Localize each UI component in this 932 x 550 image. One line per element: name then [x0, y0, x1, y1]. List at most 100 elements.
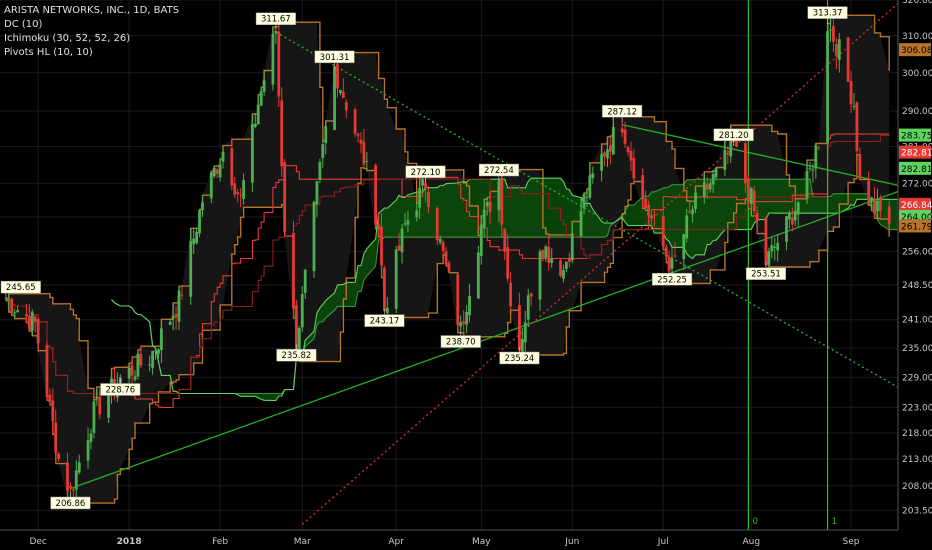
candle-body-132	[544, 246, 548, 258]
candle-body-43	[177, 290, 181, 322]
price-marker-0: 306.08	[899, 43, 932, 57]
candle-body-83	[341, 91, 345, 98]
pivot-label-text: 313.37	[813, 9, 843, 19]
candle-body-138	[567, 257, 571, 262]
price-marker-text: 282.81	[901, 165, 932, 175]
candle-body-82	[339, 89, 342, 94]
candle-body-58	[239, 194, 243, 196]
candle-body-148	[609, 145, 612, 152]
price-tick-label-6: 235.00	[902, 344, 932, 354]
price-chart-svg[interactable]: 0 1 245.65 206.86 228.76 311.67 235.82 301.31 2…	[0, 0, 932, 550]
candle-body-39	[160, 328, 163, 351]
candle-body-66	[274, 30, 278, 34]
chart-area[interactable]: 0 1 245.65 206.86 228.76 311.67 235.82 301.31 2…	[0, 0, 932, 550]
candle-body-102	[421, 179, 424, 186]
candle-body-24	[98, 396, 102, 415]
pivot-label-text: 272.54	[484, 166, 514, 176]
candle-body-141	[582, 194, 586, 209]
candle-body-46	[192, 238, 196, 245]
pivot-label-text: 311.67	[261, 15, 291, 25]
candle-body-35	[148, 364, 152, 366]
candle-body-197	[811, 169, 815, 171]
candle-body-61	[253, 123, 257, 127]
candle-body-86	[356, 133, 360, 136]
chart-legend: ARISTA NETWORKS, INC., 1D, BATS DC (10) …	[4, 4, 179, 60]
candle-body-151	[623, 129, 627, 145]
ichimoku-indicator-label[interactable]: Ichimoku (30, 52, 52, 26)	[4, 32, 179, 46]
candle-body-116	[479, 224, 483, 256]
candle-body-19	[77, 462, 81, 473]
candle-body-57	[236, 192, 240, 194]
candle-body-42	[174, 313, 178, 318]
pivot-label-text: 238.70	[446, 338, 476, 348]
candle-body-25	[107, 394, 110, 418]
candle-body-73	[300, 294, 304, 328]
candle-body-90	[374, 165, 378, 225]
candle-body-130	[538, 251, 542, 300]
candle-body-168	[691, 209, 694, 215]
candle-body-33	[136, 354, 140, 377]
candle-body-113	[465, 312, 469, 325]
candle-body-192	[790, 217, 794, 225]
candle-body-127	[523, 322, 527, 343]
candle-body-22	[92, 401, 96, 433]
candle-body-69	[283, 162, 287, 233]
candle-body-211	[870, 197, 873, 202]
candle-body-204	[837, 39, 841, 61]
symbol-title[interactable]: ARISTA NETWORKS, INC., 1D, BATS	[4, 4, 179, 18]
price-tick-label-11: 272.00	[902, 179, 932, 189]
candle-body-37	[154, 350, 157, 352]
dc-indicator-label[interactable]: DC (10)	[4, 18, 179, 32]
candle-body-68	[280, 100, 284, 167]
candle-body-79	[324, 126, 328, 144]
candle-body-190	[785, 216, 788, 242]
candle-body-50	[209, 172, 213, 199]
candle-body-182	[749, 188, 753, 205]
candle-body-77	[318, 162, 322, 180]
candle-body-163	[670, 258, 674, 269]
candle-body-41	[171, 316, 175, 319]
candle-body-76	[315, 181, 319, 205]
candle-body-166	[685, 215, 689, 239]
candle-body-200	[826, 31, 829, 144]
candle-body-173	[711, 174, 715, 185]
time-tick-label-9: Sep	[843, 537, 860, 547]
candle-body-75	[312, 201, 316, 272]
candle-body-10	[45, 345, 49, 398]
pivot-label-text: 235.82	[282, 351, 312, 361]
candle-body-109	[447, 262, 451, 272]
candle-body-174	[714, 167, 718, 178]
price-tick-label-3: 218.00	[902, 429, 932, 439]
time-tick-label-3: Mar	[294, 537, 311, 547]
candle-body-206	[849, 81, 853, 105]
candle-body-44	[180, 294, 184, 296]
candle-body-209	[858, 154, 862, 180]
candle-body-165	[682, 234, 686, 260]
price-tick-label-1: 208.00	[902, 482, 932, 492]
candle-body-153	[629, 150, 633, 161]
pivots-indicator-label[interactable]: Pivots HL (10, 10)	[4, 46, 179, 60]
candle-body-51	[212, 167, 216, 177]
candle-body-60	[250, 124, 254, 183]
candle-body-91	[377, 224, 380, 229]
candle-body-47	[195, 231, 199, 244]
candle-body-137	[564, 261, 568, 270]
vertical-marker-label-1: 1	[832, 517, 838, 527]
candle-body-125	[518, 304, 521, 351]
candle-body-1	[7, 299, 11, 301]
candle-body-14	[57, 453, 61, 460]
candle-body-150	[620, 128, 624, 133]
candle-body-128	[526, 295, 530, 320]
candle-body-213	[876, 200, 879, 212]
pivot-label-text: 281.20	[719, 131, 749, 141]
price-tick-label-8: 248.50	[902, 281, 932, 291]
candle-body-95	[394, 249, 398, 309]
candle-body-16	[69, 486, 72, 488]
candle-body-123	[506, 247, 510, 279]
candle-body-196	[808, 168, 812, 170]
candle-body-65	[271, 33, 275, 85]
candle-body-11	[48, 394, 52, 402]
candle-body-134	[550, 258, 554, 263]
price-marker-text: 306.08	[901, 46, 932, 56]
candle-body-88	[362, 141, 366, 165]
